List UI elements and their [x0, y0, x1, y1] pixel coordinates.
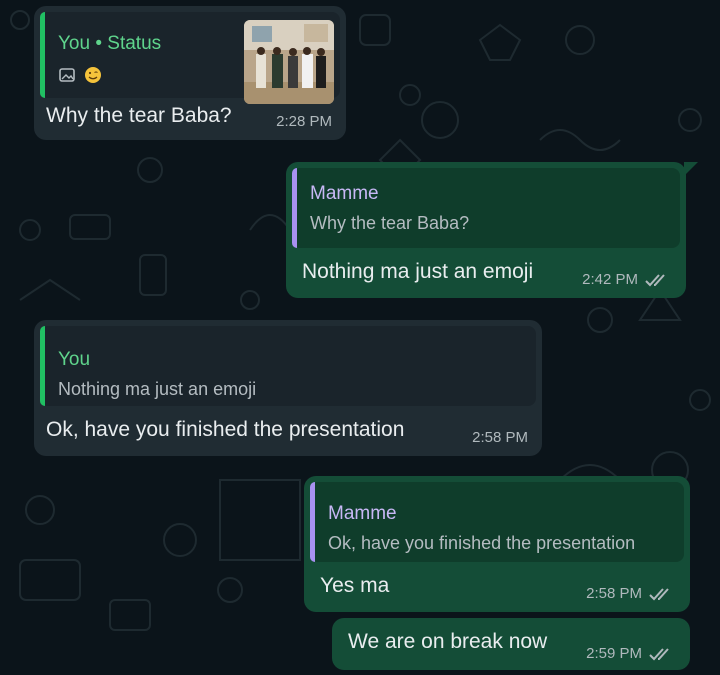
- message-text: We are on break now: [348, 630, 548, 653]
- quote-author: You: [58, 349, 91, 370]
- reply-quote[interactable]: Mamme Why the tear Baba?: [292, 168, 680, 248]
- message-meta: 2:58 PM: [472, 429, 528, 446]
- double-check-icon: [649, 647, 669, 660]
- quote-text: Nothing ma just an emoji: [58, 379, 257, 399]
- message-bubble-incoming[interactable]: You • Status Why the tear Baba? 2:28 PM: [34, 6, 346, 140]
- quote-context: Status: [107, 33, 162, 54]
- reply-quote[interactable]: You Nothing ma just an emoji: [40, 326, 536, 406]
- message-bubble-outgoing[interactable]: Mamme Why the tear Baba? Nothing ma just…: [286, 162, 686, 298]
- message-bubble-outgoing[interactable]: We are on break now 2:59 PM: [332, 618, 690, 670]
- message-meta: 2:59 PM: [586, 645, 676, 662]
- message-text: Yes ma: [320, 574, 390, 597]
- smiling-face-emoji-icon: [85, 67, 101, 83]
- status-photo-icon: [244, 20, 334, 104]
- message-meta: 2:28 PM: [276, 113, 332, 130]
- message-bubble-incoming[interactable]: You Nothing ma just an emoji Ok, have yo…: [34, 320, 542, 456]
- message-time: 2:58 PM: [472, 429, 528, 446]
- message-text: Why the tear Baba?: [46, 104, 232, 127]
- double-check-icon: [649, 587, 669, 600]
- quote-author: Mamme: [328, 503, 397, 524]
- message-meta: 2:58 PM: [586, 585, 676, 602]
- quote-text: Why the tear Baba?: [310, 213, 470, 233]
- message-text: Nothing ma just an emoji: [302, 260, 534, 283]
- bubble-tail: [684, 162, 698, 176]
- image-icon: [59, 68, 75, 82]
- message-time: 2:28 PM: [276, 113, 332, 130]
- message-bubble-outgoing[interactable]: Mamme Ok, have you finished the presenta…: [304, 476, 690, 612]
- double-check-icon: [645, 273, 665, 286]
- message-time: 2:42 PM: [582, 271, 638, 288]
- message-text: Ok, have you finished the presentation: [46, 418, 405, 441]
- quote-author: Mamme: [310, 183, 379, 204]
- message-time: 2:58 PM: [586, 585, 642, 602]
- reply-quote[interactable]: Mamme Ok, have you finished the presenta…: [310, 482, 684, 562]
- reply-quote-status[interactable]: You • Status: [40, 12, 340, 104]
- status-separator: •: [95, 33, 102, 54]
- message-time: 2:59 PM: [586, 645, 642, 662]
- message-meta: 2:42 PM: [582, 271, 672, 288]
- quote-author-name: You: [58, 33, 91, 54]
- status-thumbnail-image[interactable]: [244, 20, 334, 104]
- quote-text: Ok, have you finished the presentation: [328, 533, 636, 553]
